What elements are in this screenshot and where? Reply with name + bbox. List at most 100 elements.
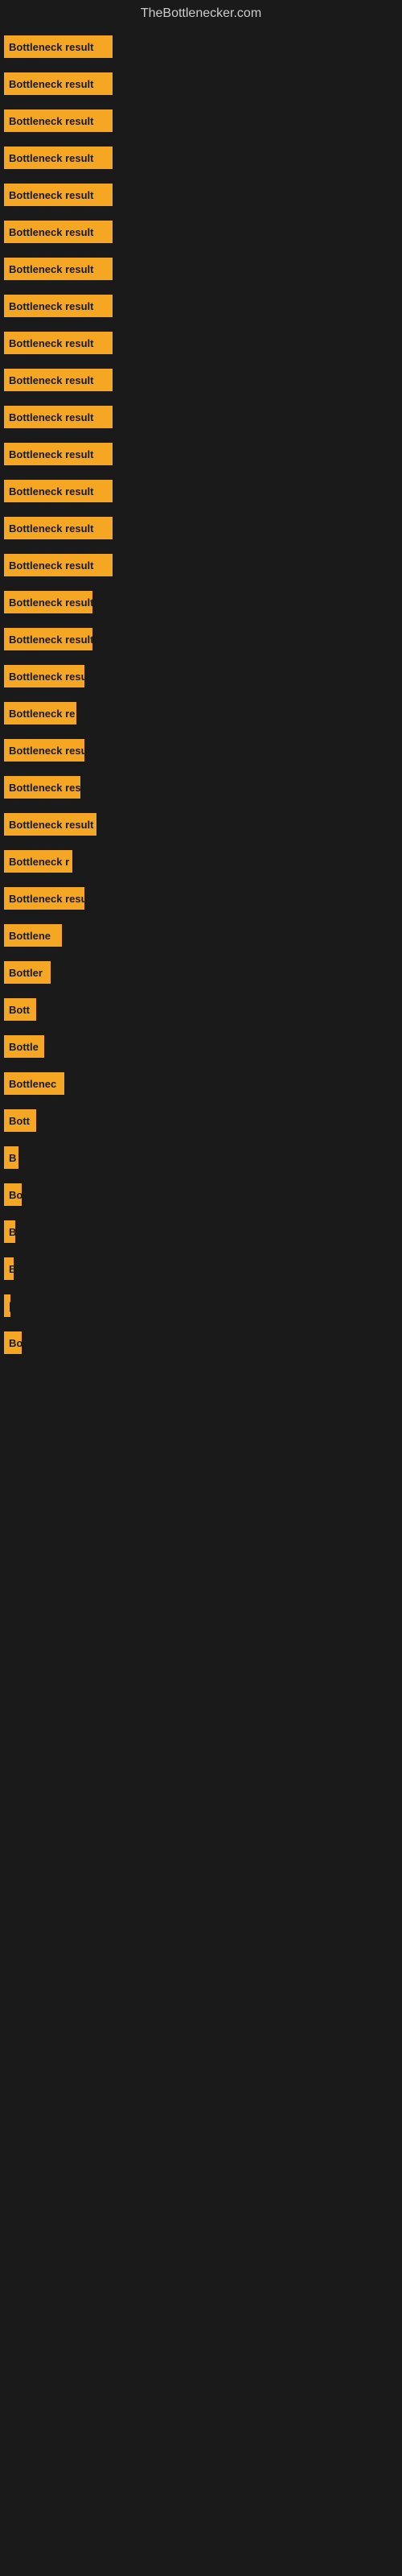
bar-label-21: Bottleneck res xyxy=(9,782,80,794)
bar-label-25: Bottlene xyxy=(9,930,51,942)
result-bar-30[interactable]: Bott xyxy=(4,1109,36,1132)
bar-row: Bott xyxy=(4,1109,398,1132)
bar-row: Bottleneck result xyxy=(4,406,398,428)
bar-label-33: B xyxy=(9,1226,15,1238)
bar-label-15: Bottleneck result xyxy=(9,559,93,572)
bar-label-34: B xyxy=(9,1263,14,1275)
result-bar-22[interactable]: Bottleneck result xyxy=(4,813,96,836)
bar-label-5: Bottleneck result xyxy=(9,189,93,201)
bar-row: Bottleneck result xyxy=(4,35,398,58)
bar-row: Bottle xyxy=(4,1035,398,1058)
result-bar-34[interactable]: B xyxy=(4,1257,14,1280)
bar-row: Bottleneck result xyxy=(4,591,398,613)
result-bar-3[interactable]: Bottleneck result xyxy=(4,109,113,132)
bar-row: B xyxy=(4,1257,398,1280)
bar-label-26: Bottler xyxy=(9,967,43,979)
bar-label-35: | xyxy=(9,1300,10,1312)
bar-row: Bottleneck result xyxy=(4,147,398,169)
result-bar-33[interactable]: B xyxy=(4,1220,15,1243)
bar-row: Bo xyxy=(4,1183,398,1206)
result-bar-7[interactable]: Bottleneck result xyxy=(4,258,113,280)
bar-row: Bottleneck result xyxy=(4,517,398,539)
bar-row: Bottleneck result xyxy=(4,221,398,243)
bar-label-18: Bottleneck resu xyxy=(9,671,84,683)
bar-row: Bottleneck re xyxy=(4,702,398,724)
result-bar-19[interactable]: Bottleneck re xyxy=(4,702,76,724)
result-bar-25[interactable]: Bottlene xyxy=(4,924,62,947)
bar-row: Bottlene xyxy=(4,924,398,947)
result-bar-10[interactable]: Bottleneck result xyxy=(4,369,113,391)
result-bar-28[interactable]: Bottle xyxy=(4,1035,44,1058)
bar-row: Bottleneck result xyxy=(4,332,398,354)
bar-label-7: Bottleneck result xyxy=(9,263,93,275)
bar-row: B xyxy=(4,1146,398,1169)
bar-label-4: Bottleneck result xyxy=(9,152,93,164)
result-bar-12[interactable]: Bottleneck result xyxy=(4,443,113,465)
bar-row: Bottleneck result xyxy=(4,295,398,317)
bar-row: Bottleneck resu xyxy=(4,739,398,762)
result-bar-17[interactable]: Bottleneck result xyxy=(4,628,92,650)
bar-row: B xyxy=(4,1220,398,1243)
bar-label-36: Bo xyxy=(9,1337,22,1349)
bar-row: Bottleneck res xyxy=(4,776,398,799)
bar-row: Bottleneck result xyxy=(4,813,398,836)
result-bar-9[interactable]: Bottleneck result xyxy=(4,332,113,354)
result-bar-26[interactable]: Bottler xyxy=(4,961,51,984)
bar-row: Bottleneck result xyxy=(4,369,398,391)
result-bar-36[interactable]: Bo xyxy=(4,1331,22,1354)
bar-row: Bottleneck result xyxy=(4,628,398,650)
bar-row: Bottleneck resu xyxy=(4,887,398,910)
bar-label-1: Bottleneck result xyxy=(9,41,93,53)
bar-row: Bottleneck result xyxy=(4,258,398,280)
bar-row: Bottleneck result xyxy=(4,109,398,132)
result-bar-6[interactable]: Bottleneck result xyxy=(4,221,113,243)
bar-label-19: Bottleneck re xyxy=(9,708,75,720)
result-bar-1[interactable]: Bottleneck result xyxy=(4,35,113,58)
bar-label-10: Bottleneck result xyxy=(9,374,93,386)
result-bar-14[interactable]: Bottleneck result xyxy=(4,517,113,539)
result-bar-29[interactable]: Bottlenec xyxy=(4,1072,64,1095)
bar-label-30: Bott xyxy=(9,1115,30,1127)
result-bar-18[interactable]: Bottleneck resu xyxy=(4,665,84,687)
result-bar-8[interactable]: Bottleneck result xyxy=(4,295,113,317)
bar-label-27: Bott xyxy=(9,1004,30,1016)
bar-label-6: Bottleneck result xyxy=(9,226,93,238)
bar-label-12: Bottleneck result xyxy=(9,448,93,460)
bar-row: Bottleneck result xyxy=(4,480,398,502)
result-bar-31[interactable]: B xyxy=(4,1146,18,1169)
bar-label-14: Bottleneck result xyxy=(9,522,93,535)
result-bar-21[interactable]: Bottleneck res xyxy=(4,776,80,799)
bar-label-20: Bottleneck resu xyxy=(9,745,84,757)
result-bar-20[interactable]: Bottleneck resu xyxy=(4,739,84,762)
result-bar-11[interactable]: Bottleneck result xyxy=(4,406,113,428)
bar-row: Bottleneck resu xyxy=(4,665,398,687)
bar-row: Bott xyxy=(4,998,398,1021)
result-bar-27[interactable]: Bott xyxy=(4,998,36,1021)
bar-row: Bottler xyxy=(4,961,398,984)
bar-label-22: Bottleneck result xyxy=(9,819,93,831)
result-bar-32[interactable]: Bo xyxy=(4,1183,22,1206)
result-bar-15[interactable]: Bottleneck result xyxy=(4,554,113,576)
result-bar-2[interactable]: Bottleneck result xyxy=(4,72,113,95)
result-bar-4[interactable]: Bottleneck result xyxy=(4,147,113,169)
bar-label-2: Bottleneck result xyxy=(9,78,93,90)
bar-label-16: Bottleneck result xyxy=(9,597,92,609)
result-bar-16[interactable]: Bottleneck result xyxy=(4,591,92,613)
bar-label-31: B xyxy=(9,1152,16,1164)
bar-row: | xyxy=(4,1294,398,1317)
result-bar-13[interactable]: Bottleneck result xyxy=(4,480,113,502)
site-title-text: TheBottlenecker.com xyxy=(141,6,261,20)
result-bar-24[interactable]: Bottleneck resu xyxy=(4,887,84,910)
bar-label-13: Bottleneck result xyxy=(9,485,93,497)
bar-label-17: Bottleneck result xyxy=(9,634,92,646)
bar-label-3: Bottleneck result xyxy=(9,115,93,127)
result-bar-35[interactable]: | xyxy=(4,1294,10,1317)
bar-row: Bottleneck result xyxy=(4,554,398,576)
result-bar-5[interactable]: Bottleneck result xyxy=(4,184,113,206)
bar-label-8: Bottleneck result xyxy=(9,300,93,312)
bars-container: Bottleneck result Bottleneck result Bottle… xyxy=(0,27,402,1377)
bar-label-11: Bottleneck result xyxy=(9,411,93,423)
bar-row: Bo xyxy=(4,1331,398,1354)
bar-label-9: Bottleneck result xyxy=(9,337,93,349)
result-bar-23[interactable]: Bottleneck r xyxy=(4,850,72,873)
